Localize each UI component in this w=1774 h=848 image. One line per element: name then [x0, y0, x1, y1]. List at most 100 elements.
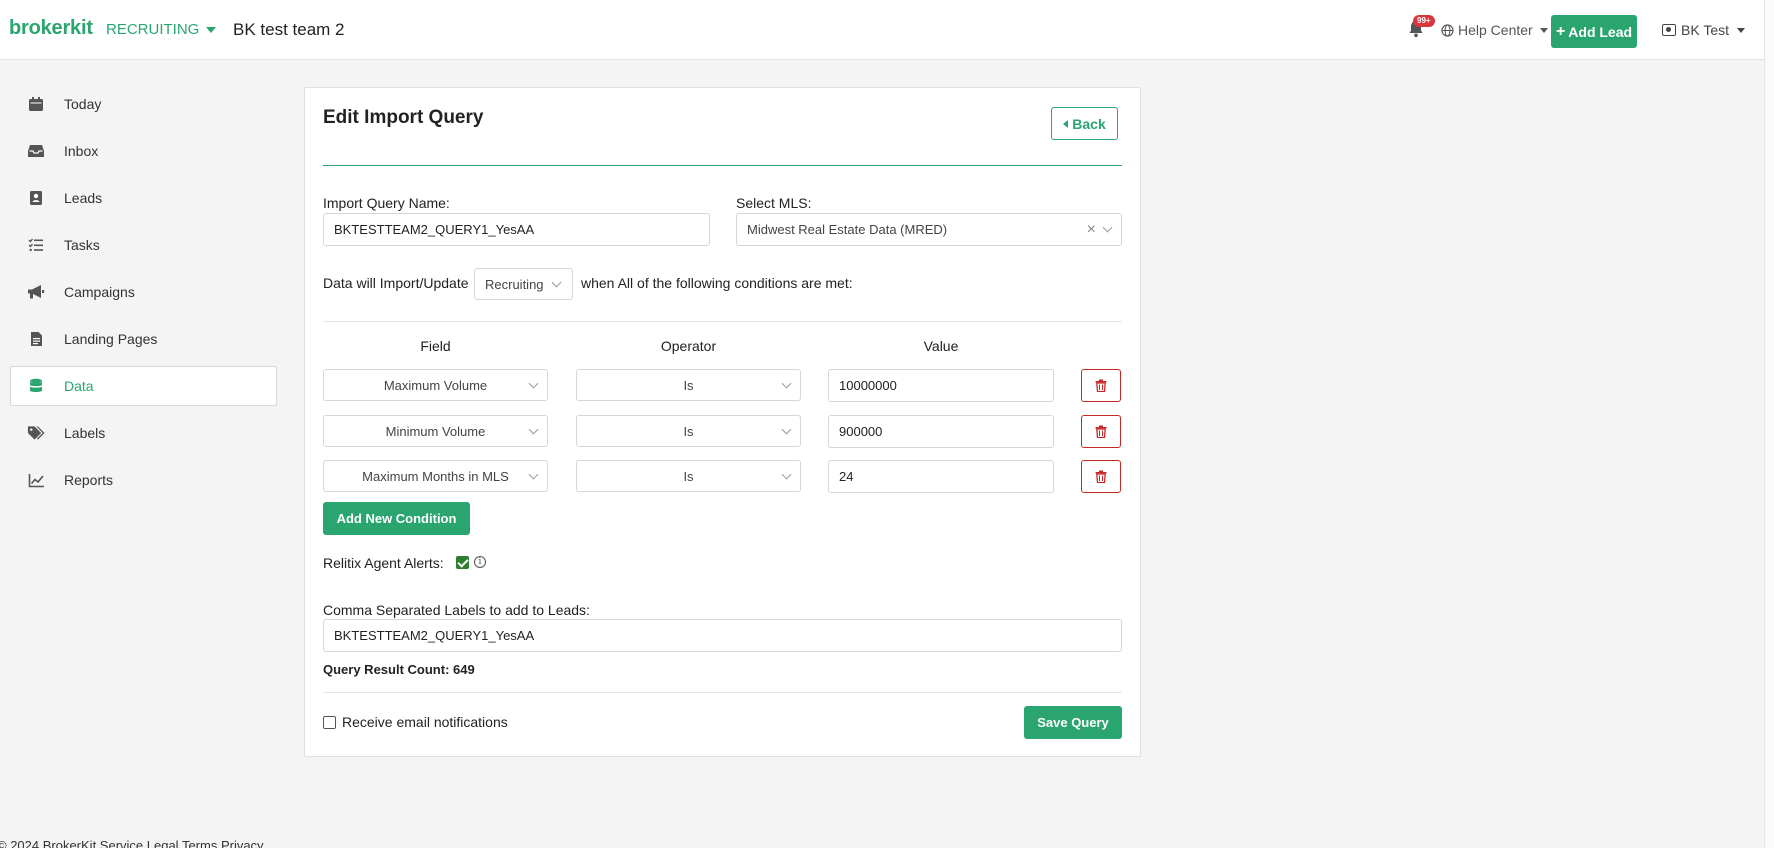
sidebar-item-label: Landing Pages — [64, 331, 158, 347]
mls-label: Select MLS: — [736, 195, 812, 211]
sidebar-item-label: Tasks — [64, 237, 100, 253]
delete-condition-button[interactable] — [1081, 369, 1121, 402]
condition-field-select[interactable]: Minimum Volume — [323, 415, 548, 447]
labels-input[interactable]: BKTESTTEAM2_QUERY1_YesAA — [323, 619, 1122, 652]
sidebar-nav: Today Inbox Leads Tasks Campaigns Landin… — [10, 84, 277, 507]
condition-operator-value: Is — [683, 423, 694, 439]
sidebar-item-leads[interactable]: Leads — [10, 178, 277, 218]
trash-icon — [1095, 425, 1107, 438]
condition-field-value: Maximum Months in MLS — [362, 468, 509, 484]
chevron-down-icon — [551, 277, 562, 288]
info-icon[interactable]: i — [474, 556, 486, 568]
sidebar-item-label: Inbox — [64, 143, 99, 159]
sidebar-item-label: Labels — [64, 425, 106, 441]
clear-icon[interactable]: × — [1087, 221, 1096, 239]
relitix-alerts-checkbox[interactable] — [456, 556, 469, 569]
sidebar-item-inbox[interactable]: Inbox — [10, 131, 277, 171]
id-card-icon — [1662, 24, 1676, 36]
sidebar-item-data[interactable]: Data — [10, 366, 277, 406]
labels-value: BKTESTTEAM2_QUERY1_YesAA — [334, 628, 535, 643]
email-notifications-checkbox[interactable] — [323, 716, 336, 729]
import-target-select[interactable]: Recruiting — [474, 268, 573, 300]
relitix-alerts-label: Relitix Agent Alerts: — [323, 555, 444, 571]
contact-book-icon — [27, 189, 45, 207]
page-title: Edit Import Query — [323, 107, 484, 128]
mls-select[interactable]: Midwest Real Estate Data (MRED) × — [736, 213, 1122, 246]
database-icon — [27, 377, 45, 395]
query-name-input[interactable]: BKTESTTEAM2_QUERY1_YesAA — [323, 213, 710, 246]
back-label: Back — [1072, 115, 1106, 132]
task-list-icon — [27, 236, 45, 254]
chart-line-icon — [27, 471, 45, 489]
sidebar-item-label: Today — [64, 96, 102, 112]
condition-operator-select[interactable]: Is — [576, 460, 801, 492]
notification-badge: 99+ — [1413, 15, 1435, 27]
sidebar-item-label: Data — [64, 378, 94, 394]
chevron-down-icon — [528, 424, 539, 435]
sidebar-item-today[interactable]: Today — [10, 84, 277, 124]
email-notifications-label[interactable]: Receive email notifications — [342, 714, 508, 730]
inbox-icon — [27, 142, 45, 160]
chevron-down-icon — [1102, 222, 1113, 233]
user-name: BK Test — [1681, 22, 1729, 38]
page-footer: © 2024 BrokerKit Service Legal Terms Pri… — [0, 838, 264, 848]
add-new-condition-button[interactable]: Add New Condition — [323, 502, 470, 535]
help-center-label: Help Center — [1458, 22, 1533, 38]
brand-logo[interactable]: brokerkit — [9, 17, 93, 40]
trash-icon — [1095, 470, 1107, 483]
sidebar-item-campaigns[interactable]: Campaigns — [10, 272, 277, 312]
save-query-button[interactable]: Save Query — [1024, 706, 1122, 739]
chevron-down-icon — [1737, 27, 1745, 33]
sidebar-item-label: Campaigns — [64, 284, 135, 300]
import-prefix-text: Data will Import/Update — [323, 275, 469, 291]
condition-value-input[interactable]: 24 — [828, 460, 1054, 493]
chevron-down-icon — [528, 469, 539, 480]
import-target-value: Recruiting — [485, 276, 544, 292]
sidebar-item-label: Reports — [64, 472, 114, 488]
chevron-down-icon — [1539, 27, 1548, 33]
condition-operator-select[interactable]: Is — [576, 415, 801, 447]
title-divider — [323, 165, 1122, 166]
top-navbar: brokerkit RECRUITING BK test team 2 99+ … — [0, 0, 1764, 60]
page-scrollbar[interactable] — [1764, 0, 1774, 848]
import-suffix-text: when All of the following conditions are… — [581, 275, 853, 291]
condition-value: 10000000 — [839, 378, 897, 393]
sidebar-item-reports[interactable]: Reports — [10, 460, 277, 500]
module-label: RECRUITING — [106, 21, 200, 38]
condition-value: 24 — [839, 469, 854, 484]
chevron-down-icon — [781, 469, 792, 480]
trash-icon — [1095, 379, 1107, 392]
condition-value-input[interactable]: 900000 — [828, 415, 1054, 448]
calendar-icon — [27, 95, 45, 113]
delete-condition-button[interactable] — [1081, 415, 1121, 448]
condition-field-select[interactable]: Maximum Volume — [323, 369, 548, 401]
chevron-down-icon — [528, 378, 539, 389]
back-button[interactable]: Back — [1051, 107, 1118, 140]
delete-condition-button[interactable] — [1081, 460, 1121, 493]
query-result-count: Query Result Count: 649 — [323, 662, 475, 677]
sidebar-item-labels[interactable]: Labels — [10, 413, 277, 453]
add-lead-label: Add Lead — [1568, 23, 1633, 40]
sidebar-item-label: Leads — [64, 190, 103, 206]
query-name-value: BKTESTTEAM2_QUERY1_YesAA — [334, 222, 535, 237]
help-center-menu[interactable]: Help Center — [1441, 22, 1548, 38]
module-switcher[interactable]: RECRUITING — [106, 21, 217, 38]
tags-icon — [27, 424, 45, 442]
document-icon — [27, 330, 45, 348]
condition-value-input[interactable]: 10000000 — [828, 369, 1054, 402]
condition-field-value: Maximum Volume — [383, 377, 488, 393]
column-header-value: Value — [923, 338, 959, 354]
column-header-field: Field — [420, 338, 451, 354]
user-menu[interactable]: BK Test — [1662, 22, 1745, 38]
condition-operator-value: Is — [683, 377, 694, 393]
condition-operator-select[interactable]: Is — [576, 369, 801, 401]
sidebar-item-tasks[interactable]: Tasks — [10, 225, 277, 265]
globe-icon — [1441, 23, 1454, 37]
add-lead-button[interactable]: + Add Lead — [1551, 15, 1637, 48]
condition-operator-value: Is — [683, 468, 694, 484]
section-divider — [323, 321, 1122, 322]
sidebar-item-landing-pages[interactable]: Landing Pages — [10, 319, 277, 359]
chevron-down-icon — [781, 424, 792, 435]
condition-field-value: Minimum Volume — [385, 423, 486, 439]
condition-field-select[interactable]: Maximum Months in MLS — [323, 460, 548, 492]
